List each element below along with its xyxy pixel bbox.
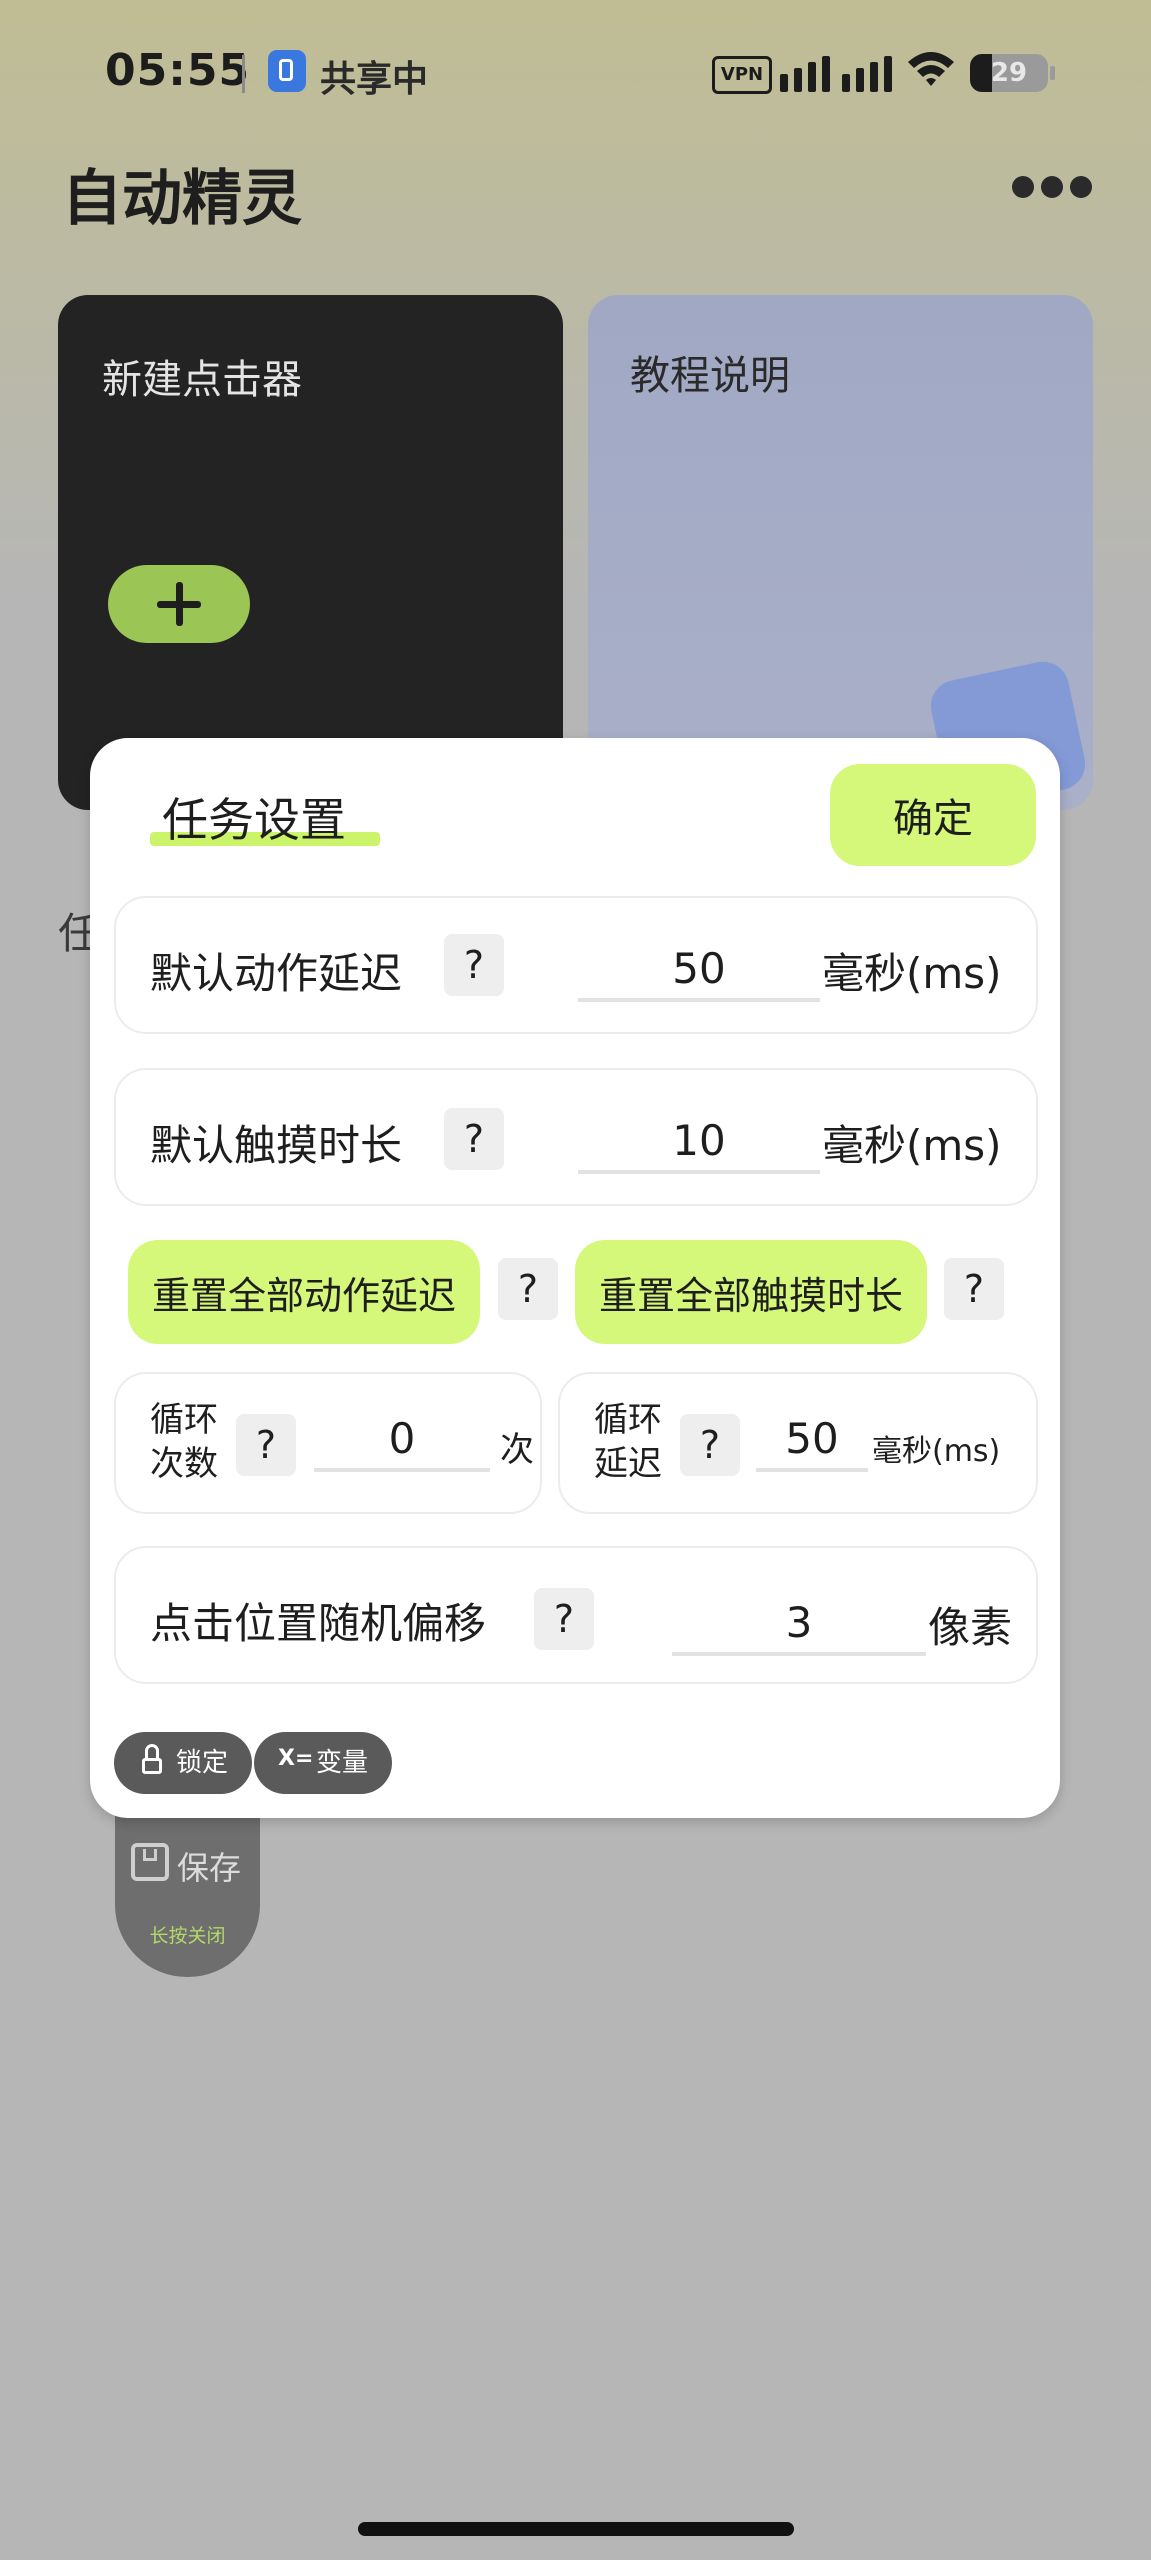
add-clicker-button[interactable] [108,565,250,643]
share-status-label: 共享中 [320,59,429,100]
default-action-delay-row: 默认动作延迟 ? 毫秒(ms) [114,896,1038,1034]
lock-icon [142,1758,162,1774]
lock-label: 锁定 [176,1748,229,1778]
lock-icon-shackle [145,1744,159,1760]
new-clicker-title: 新建点击器 [102,357,302,403]
loop-delay-unit: 毫秒(ms) [872,1434,1001,1469]
reset-touch-duration-help-button[interactable]: ? [944,1258,1004,1320]
loop-delay-label-line1: 循环 [594,1400,662,1440]
random-offset-row: 点击位置随机偏移 ? 像素 [114,1546,1038,1684]
save-long-press-hint: 长按关闭 [149,1925,226,1947]
default-touch-duration-unit: 毫秒(ms) [822,1121,1002,1170]
more-options-icon[interactable] [1012,176,1092,202]
confirm-button[interactable]: 确定 [830,764,1036,866]
wifi-icon [908,52,954,86]
tutorial-card[interactable]: 教程说明 [588,295,1093,810]
app-title: 自动精灵 [62,164,302,234]
lock-button[interactable]: 锁定 [114,1732,252,1794]
default-action-delay-input[interactable] [578,938,820,1002]
save-icon [131,1843,169,1881]
task-settings-dialog: 任务设置 确定 默认动作延迟 ? 毫秒(ms) 默认触摸时长 ? 毫秒(ms) … [90,738,1060,1818]
cellular-signal-icon [780,52,892,92]
loop-count-help-button[interactable]: ? [236,1414,296,1476]
variable-label: 变量 [316,1748,369,1778]
loop-count-unit: 次 [500,1430,534,1470]
default-action-delay-help-button[interactable]: ? [444,934,504,996]
reset-action-delay-help-button[interactable]: ? [498,1258,558,1320]
home-indicator[interactable] [358,2522,794,2536]
random-offset-input[interactable] [672,1592,926,1656]
default-touch-duration-row: 默认触摸时长 ? 毫秒(ms) [114,1068,1038,1206]
variable-icon: X= [278,1746,314,1771]
battery-icon: 29 [970,54,1048,92]
battery-tip [1050,66,1055,80]
loop-count-input[interactable] [314,1408,490,1472]
default-action-delay-label: 默认动作延迟 [150,949,403,998]
vpn-icon: VPN [712,56,772,94]
status-bar: 05:55 共享中 VPN 29 [0,0,1151,140]
default-touch-duration-input[interactable] [578,1110,820,1174]
dialog-title: 任务设置 [162,793,346,847]
screen-share-icon [268,50,306,92]
loop-count-label-line1: 循环 [150,1400,218,1440]
new-clicker-card[interactable]: 新建点击器 [58,295,563,810]
loop-delay-help-button[interactable]: ? [680,1414,740,1476]
default-action-delay-unit: 毫秒(ms) [822,949,1002,998]
default-touch-duration-help-button[interactable]: ? [444,1108,504,1170]
reset-all-touch-duration-button[interactable]: 重置全部触摸时长 [575,1240,927,1344]
loop-delay-box: 循环 延迟 ? 毫秒(ms) [558,1372,1038,1514]
loop-count-label-line2: 次数 [150,1444,218,1484]
reset-all-action-delay-button[interactable]: 重置全部动作延迟 [128,1240,480,1344]
tutorial-title: 教程说明 [630,353,790,399]
loop-delay-label-line2: 延迟 [594,1444,662,1484]
random-offset-help-button[interactable]: ? [534,1588,594,1650]
status-separator [242,55,245,93]
variable-button[interactable]: X= 变量 [254,1732,392,1794]
random-offset-unit: 像素 [928,1603,1013,1652]
default-touch-duration-label: 默认触摸时长 [150,1121,403,1170]
loop-delay-input[interactable] [756,1408,868,1472]
save-floating-button[interactable]: 保存 长按关闭 [115,1815,260,1977]
random-offset-label: 点击位置随机偏移 [150,1599,487,1648]
battery-level: 29 [990,58,1028,88]
loop-count-box: 循环 次数 ? 次 [114,1372,542,1514]
status-time: 05:55 [105,45,251,96]
save-label: 保存 [177,1849,242,1887]
